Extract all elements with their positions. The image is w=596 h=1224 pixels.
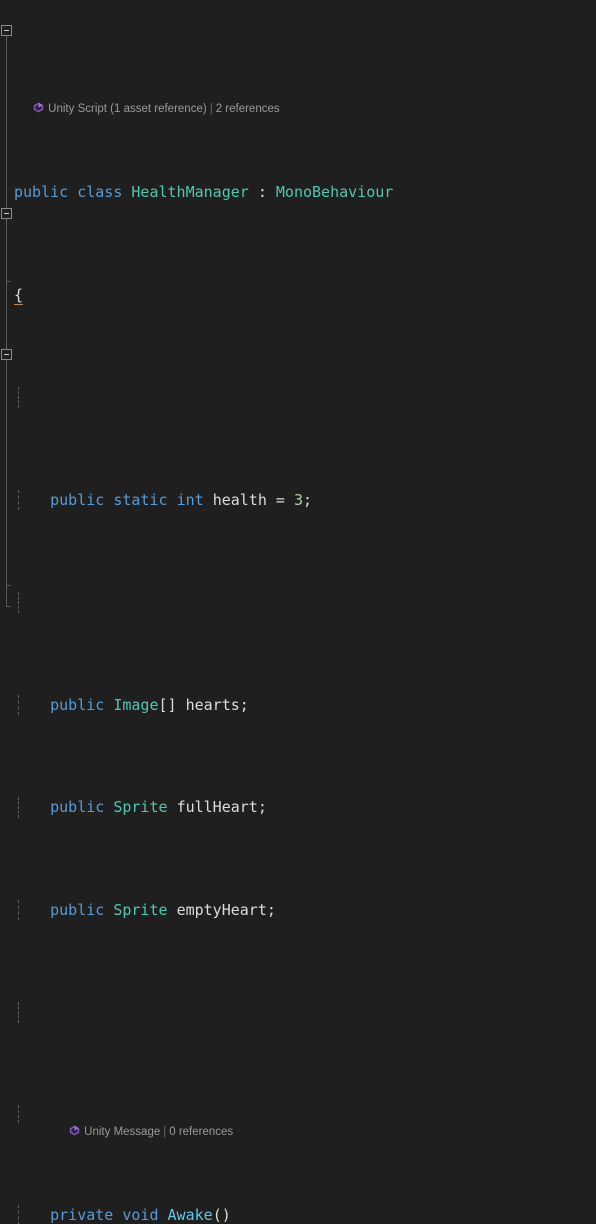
codelens-class-primary[interactable]: Unity Script (1 asset reference): [48, 103, 207, 115]
class-outline-line: [6, 31, 7, 606]
keyword-public: public: [50, 798, 104, 816]
semicolon: ;: [240, 696, 249, 714]
field-name-fullheart: fullHeart: [177, 798, 258, 816]
field-name-health: health: [213, 491, 267, 509]
line-blank-1: [14, 387, 596, 408]
type-sprite: Sprite: [113, 798, 167, 816]
line-awake-signature: private void Awake(): [14, 1205, 596, 1224]
keyword-public: public: [50, 491, 104, 509]
array-brackets: []: [159, 696, 177, 714]
line-field-health: public static int health = 3;: [14, 490, 596, 511]
number-literal: 3: [294, 491, 303, 509]
indent-guide: [18, 387, 19, 408]
unity-icon: [33, 102, 44, 113]
keyword-private: private: [50, 1206, 113, 1224]
method-name-awake: Awake: [168, 1206, 213, 1224]
line-blank-2: [14, 592, 596, 613]
unity-icon: [69, 1125, 80, 1136]
keyword-public: public: [50, 901, 104, 919]
collapse-toggle-awake[interactable]: [1, 208, 12, 219]
line-class-open-brace: {: [14, 285, 596, 306]
indent-guide: [18, 1105, 19, 1123]
codelens-class-separator: |: [207, 103, 216, 115]
codelens-class-secondary[interactable]: 2 references: [216, 103, 280, 115]
outlining-gutter[interactable]: [0, 0, 14, 612]
keyword-public: public: [14, 183, 68, 201]
collapse-toggle-class[interactable]: [1, 25, 12, 36]
codelens-class[interactable]: Unity Script (1 asset reference)|2 refer…: [14, 82, 596, 100]
outline-tick-awake-end: [6, 281, 11, 282]
operator-assign: =: [276, 491, 285, 509]
keyword-void: void: [122, 1206, 158, 1224]
codelens-awake-separator: |: [160, 1126, 169, 1138]
line-field-hearts: public Image[] hearts;: [14, 695, 596, 716]
type-image: Image: [113, 696, 158, 714]
indent-guide: [18, 592, 19, 613]
line-field-emptyheart: public Sprite emptyHeart;: [14, 900, 596, 921]
semicolon: ;: [267, 901, 276, 919]
keyword-int: int: [177, 491, 204, 509]
colon: :: [258, 183, 267, 201]
field-name-emptyheart: emptyHeart: [177, 901, 267, 919]
code-surface[interactable]: Unity Script (1 asset reference)|2 refer…: [14, 0, 596, 612]
keyword-class: class: [77, 183, 122, 201]
keyword-static: static: [113, 491, 167, 509]
class-name: HealthManager: [131, 183, 248, 201]
semicolon: ;: [258, 798, 267, 816]
base-type: MonoBehaviour: [276, 183, 393, 201]
field-name-hearts: hearts: [186, 696, 240, 714]
outline-tick-class-end: [6, 606, 11, 607]
line-field-fullheart: public Sprite fullHeart;: [14, 797, 596, 818]
collapse-toggle-update[interactable]: [1, 349, 12, 360]
code-editor[interactable]: Unity Script (1 asset reference)|2 refer…: [0, 0, 596, 612]
indent-guide: [18, 1002, 19, 1023]
parentheses: (): [213, 1206, 231, 1224]
keyword-public: public: [50, 696, 104, 714]
line-blank-3: [14, 1002, 596, 1023]
codelens-awake-primary[interactable]: Unity Message: [84, 1126, 160, 1138]
line-class-declaration: public class HealthManager : MonoBehavio…: [14, 182, 596, 203]
codelens-awake[interactable]: Unity Message|0 references: [14, 1105, 596, 1123]
type-sprite: Sprite: [113, 901, 167, 919]
semicolon: ;: [303, 491, 312, 509]
outline-tick-update-end: [6, 585, 11, 586]
brace-open-class: {: [14, 286, 23, 305]
codelens-awake-secondary[interactable]: 0 references: [169, 1126, 233, 1138]
